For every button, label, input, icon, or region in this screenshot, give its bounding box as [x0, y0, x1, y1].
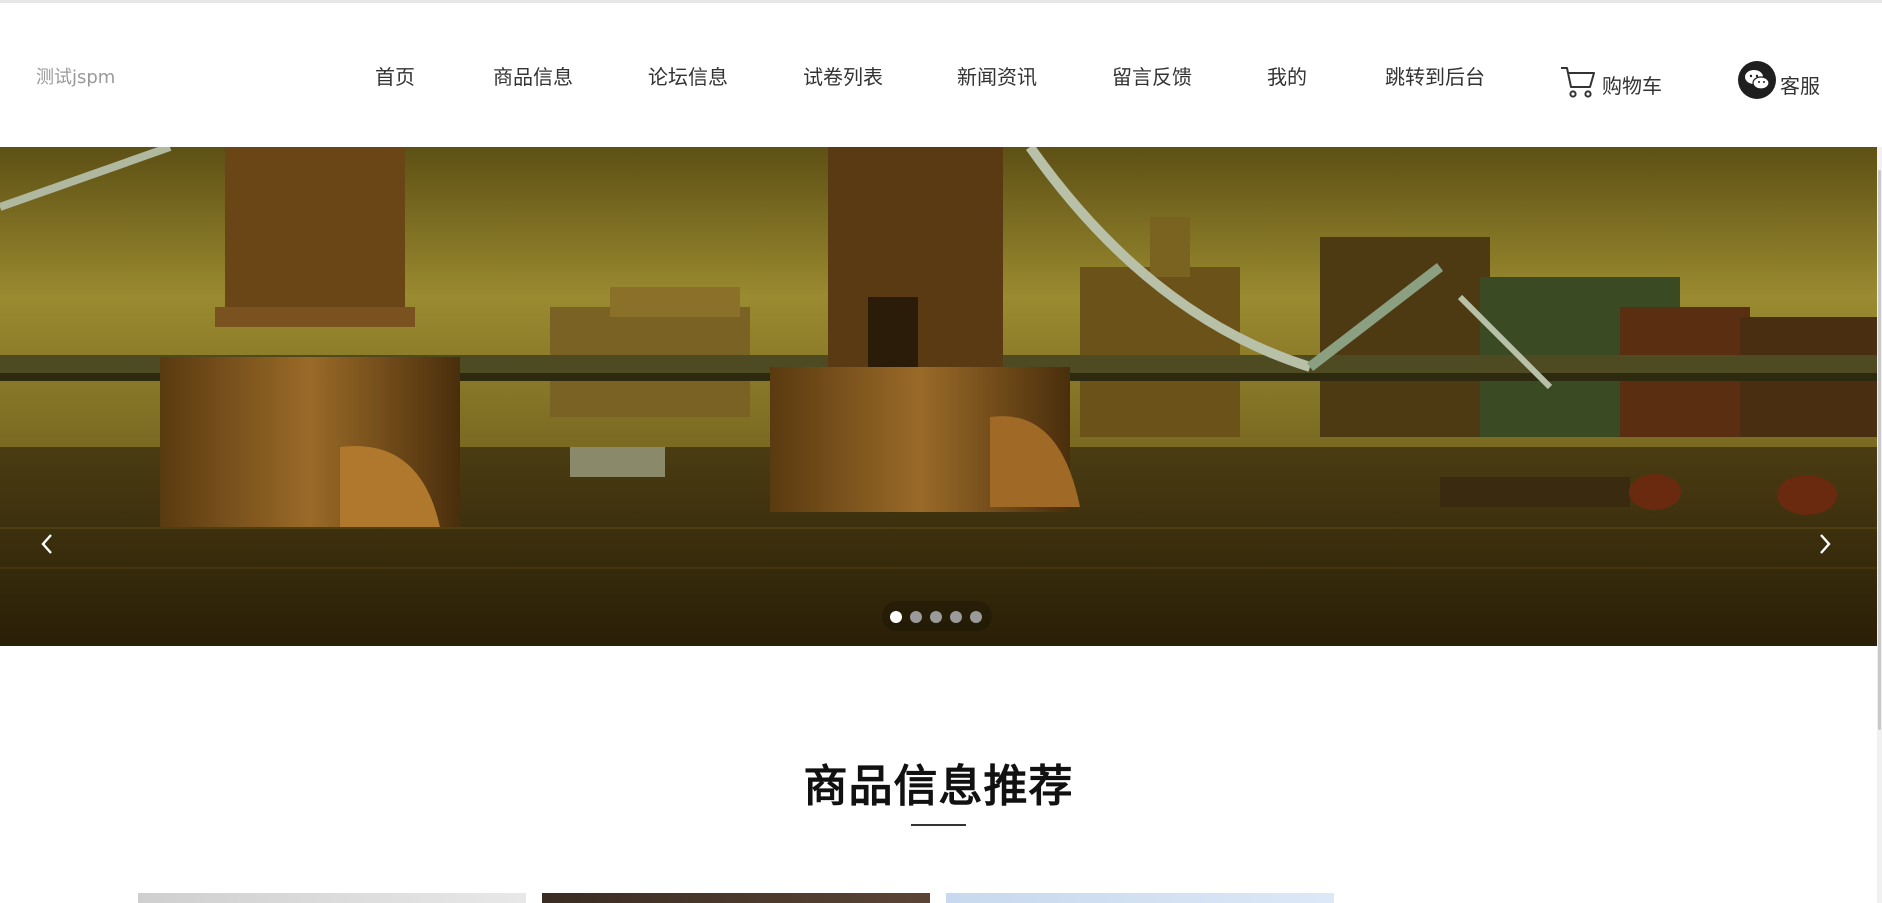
nav-item-home[interactable]: 首页 [375, 61, 415, 90]
carousel-prev-button[interactable] [32, 529, 62, 559]
cart-button[interactable]: 购物车 [1560, 57, 1662, 99]
customer-service-label: 客服 [1780, 74, 1820, 98]
title-divider [911, 824, 966, 826]
tower-bridge-photo [0, 147, 1877, 646]
chevron-left-icon [41, 534, 52, 554]
wechat-icon [1738, 61, 1776, 99]
chevron-right-icon [1820, 534, 1831, 554]
nav-item-forum[interactable]: 论坛信息 [648, 61, 728, 90]
carousel-dot-4[interactable] [950, 611, 962, 623]
cart-label: 购物车 [1602, 74, 1662, 98]
product-card-1[interactable] [138, 893, 526, 903]
nav-item-products[interactable]: 商品信息 [493, 61, 573, 90]
nav-item-exams[interactable]: 试卷列表 [803, 61, 883, 90]
site-header: 测试jspm 首页 商品信息 论坛信息 试卷列表 新闻资讯 留言反馈 我的 跳转… [0, 3, 1882, 147]
nav-item-news[interactable]: 新闻资讯 [957, 61, 1037, 90]
carousel-dot-3[interactable] [930, 611, 942, 623]
page-scrollbar-thumb[interactable] [1878, 170, 1881, 730]
carousel-dot-5[interactable] [970, 611, 982, 623]
carousel-dot-2[interactable] [910, 611, 922, 623]
nav-item-mine[interactable]: 我的 [1267, 61, 1307, 90]
carousel-next-button[interactable] [1810, 529, 1840, 559]
site-logo[interactable]: 测试jspm [36, 63, 115, 89]
product-card-3[interactable] [946, 893, 1334, 903]
nav-item-admin[interactable]: 跳转到后台 [1385, 61, 1485, 90]
cart-icon [1561, 67, 1595, 98]
nav-item-feedback[interactable]: 留言反馈 [1112, 61, 1192, 90]
section-title: 商品信息推荐 [803, 761, 1074, 812]
carousel-dot-1[interactable] [890, 611, 902, 623]
product-card-2[interactable] [542, 893, 930, 903]
carousel-indicators [882, 601, 992, 631]
customer-service-button[interactable]: 客服 [1738, 57, 1820, 99]
hero-carousel[interactable] [0, 147, 1877, 646]
